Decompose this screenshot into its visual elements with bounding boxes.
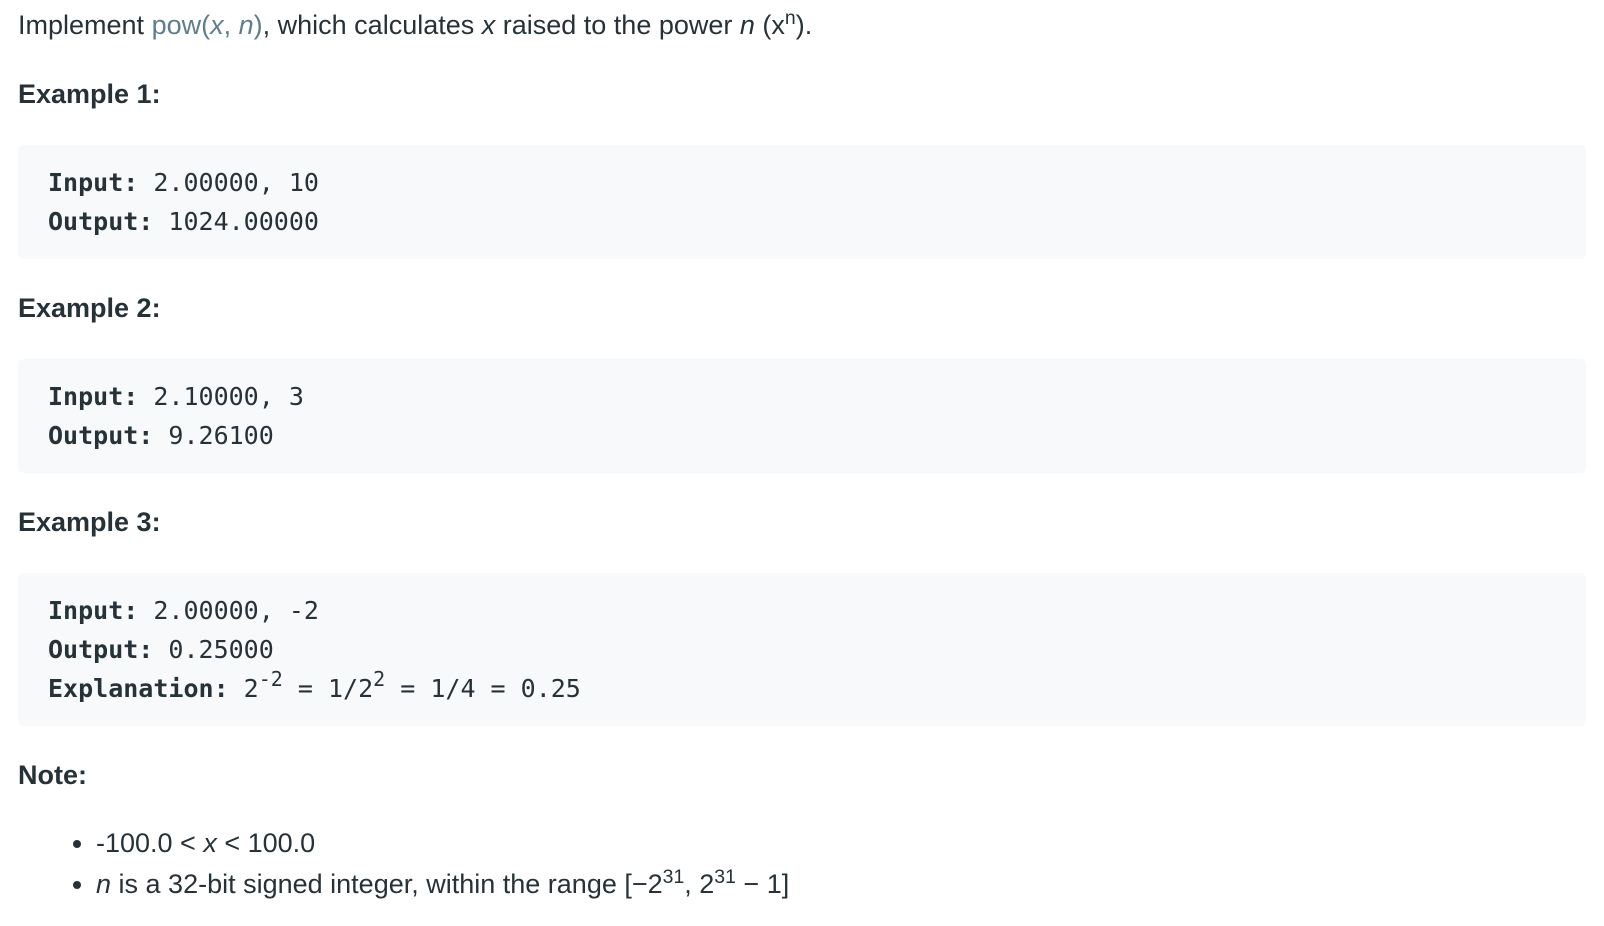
- example-1-output-line: Output: 1024.00000: [48, 202, 1556, 241]
- explanation-exponent-2: 2: [373, 667, 386, 691]
- example-1-code-block: Input: 2.00000, 10 Output: 1024.00000: [18, 145, 1586, 259]
- example-3-explanation-line: Explanation: 2-2 = 1/22 = 1/4 = 0.25: [48, 669, 1556, 708]
- example-2-input-line: Input: 2.10000, 3: [48, 377, 1556, 416]
- output-label: Output:: [48, 635, 154, 664]
- func-close: ): [253, 10, 263, 40]
- output-value: 9.26100: [153, 421, 274, 450]
- var-n: n: [739, 10, 755, 40]
- output-value: 0.25000: [153, 635, 274, 664]
- constraint-2-exp-2: 31: [714, 866, 736, 889]
- func-name: pow(: [151, 10, 211, 40]
- superscript-n: n: [784, 7, 796, 30]
- constraint-1-var: x: [203, 828, 217, 858]
- constraint-n-range: n is a 32-bit signed integer, within the…: [96, 864, 1586, 905]
- intro-mid: , which calculates: [262, 10, 482, 40]
- input-label: Input:: [48, 382, 139, 411]
- constraint-x-range: -100.0 < x < 100.0: [96, 823, 1586, 864]
- example-1-input-line: Input: 2.00000, 10: [48, 163, 1556, 202]
- intro-paren-open: (x: [754, 10, 785, 40]
- example-3-heading: Example 3:: [18, 507, 161, 537]
- input-value: 2.00000, -2: [138, 596, 319, 625]
- intro-paren-close: ).: [795, 10, 813, 40]
- explanation-base: 2: [228, 674, 259, 703]
- constraint-2-end: − 1]: [735, 869, 790, 899]
- intro-prefix: Implement: [18, 10, 152, 40]
- constraint-2-text: is a 32-bit signed integer, within the r…: [111, 869, 663, 899]
- explanation-mid: = 1/2: [282, 674, 374, 703]
- explanation-exponent-1: -2: [258, 667, 283, 691]
- problem-description: Implement pow(x, n), which calculates x …: [18, 0, 1586, 905]
- example-2-output-line: Output: 9.26100: [48, 416, 1556, 455]
- func-arg-x: x: [210, 10, 224, 40]
- constraints-list: -100.0 < x < 100.0 n is a 32-bit signed …: [18, 823, 1586, 905]
- func-separator: ,: [223, 10, 239, 40]
- example-2-heading: Example 2:: [18, 293, 161, 323]
- example-3-output-line: Output: 0.25000: [48, 630, 1556, 669]
- output-label: Output:: [48, 421, 154, 450]
- input-value: 2.10000, 3: [138, 382, 304, 411]
- input-label: Input:: [48, 596, 139, 625]
- pow-function-link[interactable]: pow(x, n): [152, 10, 263, 40]
- intro-mid2: raised to the power: [495, 10, 740, 40]
- example-1-heading: Example 1:: [18, 79, 161, 109]
- example-2-code-block: Input: 2.10000, 3 Output: 9.26100: [18, 359, 1586, 473]
- explanation-rest: = 1/4 = 0.25: [385, 674, 581, 703]
- constraint-2-var: n: [96, 869, 112, 899]
- input-value: 2.00000, 10: [138, 168, 319, 197]
- func-arg-n: n: [238, 10, 254, 40]
- output-label: Output:: [48, 207, 154, 236]
- constraint-1-before: -100.0 <: [96, 828, 204, 858]
- explanation-label: Explanation:: [48, 674, 229, 703]
- example-3-input-line: Input: 2.00000, -2: [48, 591, 1556, 630]
- constraint-2-mid: , 2: [684, 869, 715, 899]
- var-x: x: [481, 10, 496, 40]
- problem-statement: Implement pow(x, n), which calculates x …: [18, 0, 1586, 44]
- constraint-2-exp-1: 31: [662, 866, 685, 889]
- output-value: 1024.00000: [153, 207, 319, 236]
- example-3-code-block: Input: 2.00000, -2 Output: 0.25000 Expla…: [18, 573, 1586, 726]
- input-label: Input:: [48, 168, 139, 197]
- note-heading: Note:: [18, 760, 87, 790]
- constraint-1-after: < 100.0: [216, 828, 316, 858]
